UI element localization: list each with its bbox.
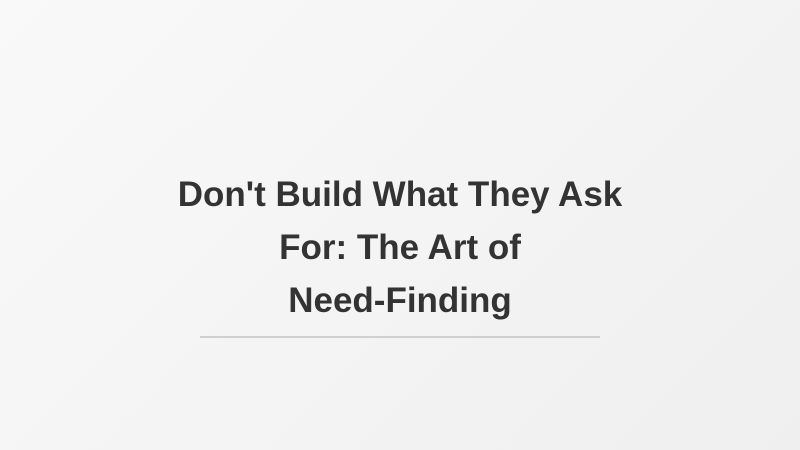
slide-title-line-1: Don't Build What They Ask (177, 175, 623, 214)
slide-title-line-3: Need-Finding (288, 281, 512, 320)
slide-title: Don't Build What They Ask For: The Art o… (100, 168, 700, 327)
slide-title-line-2: For: The Art of (279, 228, 521, 267)
title-slide: Don't Build What They Ask For: The Art o… (0, 0, 800, 450)
title-divider (200, 336, 600, 338)
